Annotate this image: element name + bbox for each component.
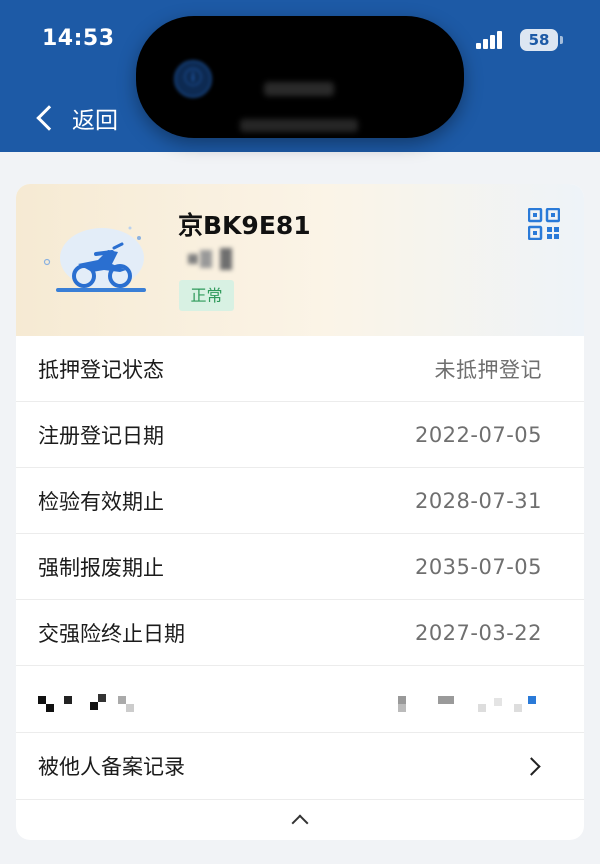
battery-tip xyxy=(560,36,563,44)
records-row[interactable]: 被他人备案记录 xyxy=(16,733,584,800)
status-time: 14:53 xyxy=(42,26,115,51)
row-label: 注册登记日期 xyxy=(38,423,164,448)
collapse-button[interactable] xyxy=(16,800,584,840)
row-inspection-valid-until: 检验有效期止 2028-07-31 xyxy=(16,468,584,534)
owner-name-redacted xyxy=(188,248,236,270)
status-badge: 正常 xyxy=(179,280,234,311)
back-label: 返回 xyxy=(72,108,118,134)
records-label: 被他人备案记录 xyxy=(38,755,185,779)
back-button[interactable]: 返回 xyxy=(34,98,118,138)
row-value: 2028-07-31 xyxy=(414,488,542,513)
row-mortgage-status: 抵押登记状态 未抵押登记 xyxy=(16,336,584,402)
notification-overlay[interactable]: ⓘ xyxy=(136,16,464,138)
chevron-right-icon xyxy=(522,756,541,776)
row-value: 2027-03-22 xyxy=(414,620,542,645)
row-insurance-end-date: 交强险终止日期 2027-03-22 xyxy=(16,600,584,666)
row-value: 2035-07-05 xyxy=(414,554,542,579)
row-scrap-deadline: 强制报废期止 2035-07-05 xyxy=(16,534,584,600)
license-plate: 京BK9E81 xyxy=(178,211,311,240)
row-label: 交强险终止日期 xyxy=(38,621,185,646)
battery-icon: 58 xyxy=(520,29,558,51)
row-value: 未抵押登记 xyxy=(434,357,542,382)
qr-code-icon[interactable] xyxy=(528,208,560,240)
chevron-up-icon xyxy=(291,814,309,832)
vehicle-summary: 京BK9E81 正常 xyxy=(16,184,584,336)
notification-app-icon: ⓘ xyxy=(174,60,212,98)
row-registration-date: 注册登记日期 2022-07-05 xyxy=(16,402,584,468)
notification-title-blur xyxy=(264,82,334,96)
row-label: 抵押登记状态 xyxy=(38,357,164,382)
signal-icon xyxy=(476,31,508,49)
detail-list: 抵押登记状态 未抵押登记 注册登记日期 2022-07-05 检验有效期止 20… xyxy=(16,336,584,840)
row-value: 2022-07-05 xyxy=(414,422,542,447)
motorcycle-icon xyxy=(43,226,146,292)
row-label: 检验有效期止 xyxy=(38,489,164,514)
row-label: 强制报废期止 xyxy=(38,555,164,580)
vehicle-card: 京BK9E81 正常 抵押登记状态 未抵押登记 注册登记日期 2022-07-0… xyxy=(16,184,584,840)
chevron-left-icon xyxy=(36,105,62,131)
row-redacted xyxy=(16,666,584,733)
notification-body-blur xyxy=(240,119,358,132)
